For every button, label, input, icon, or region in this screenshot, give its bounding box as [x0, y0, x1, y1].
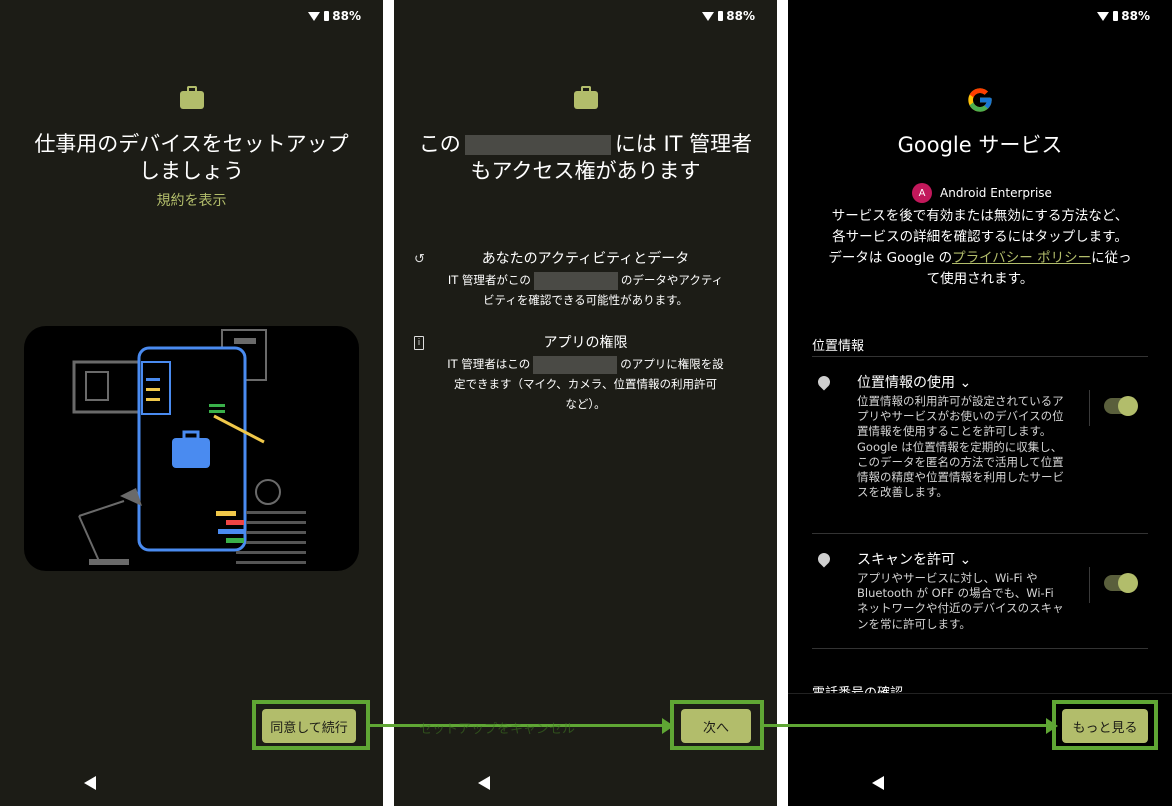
account-name: Android Enterprise	[940, 186, 1052, 200]
highlight-agree-button	[252, 700, 370, 750]
title-line-2: しましょう	[139, 159, 244, 183]
permission-location-use[interactable]: 位置情報の使用 ⌄ 位置情報の利用許可が設定されているアプリやサービスがお使いの…	[812, 372, 1148, 522]
divider	[788, 693, 1172, 694]
battery-icon	[1113, 11, 1119, 21]
battery-icon	[324, 11, 330, 21]
status-bar: 88%	[308, 9, 361, 23]
permission-title[interactable]: スキャンを許可 ⌄	[857, 549, 971, 569]
privacy-policy-link[interactable]: プライバシー ポリシー	[952, 250, 1091, 266]
nav-back-icon[interactable]	[872, 776, 884, 790]
nav-back-icon[interactable]	[84, 776, 96, 790]
divider	[812, 533, 1148, 534]
wifi-icon	[702, 11, 715, 21]
section-phone-verify: 電話番号の確認	[812, 682, 903, 693]
avatar: A	[912, 183, 932, 203]
chevron-down-icon[interactable]: ⌄	[959, 552, 971, 568]
info-app-permissions: i アプリの権限 IT 管理者はこの のアプリに権限を設 定できます（マイク、カメ…	[414, 332, 757, 414]
page-title: Google サービス	[897, 133, 1063, 157]
battery-icon	[718, 11, 724, 21]
highlight-more-button	[1052, 700, 1158, 750]
highlight-next-button	[670, 700, 764, 750]
cancel-setup-link[interactable]: セットアップをキャンセル	[419, 718, 575, 737]
location-pin-icon	[815, 550, 833, 568]
services-description: サービスを後で有効または無効にする方法など、 各サービスの詳細を確認するにはタッ…	[828, 208, 1132, 287]
permission-description: 位置情報の利用許可が設定されているアプリやサービスがお使いのデバイスの位置情報を…	[857, 394, 1064, 500]
divider	[1089, 567, 1090, 603]
title-line-1: 仕事用のデバイスをセットアップ	[34, 132, 349, 156]
divider	[812, 356, 1148, 357]
permission-title[interactable]: 位置情報の使用 ⌄	[857, 372, 971, 392]
title-line-2: もアクセス権があります	[470, 159, 701, 183]
briefcase-icon	[180, 86, 204, 109]
permission-scan[interactable]: スキャンを許可 ⌄ アプリやサービスに対し、Wi-Fi や Bluetooth …	[812, 549, 1148, 644]
screen-it-admin-access: 88% この には IT 管理者 もアクセス権があります ↺ あなたのアクティビテ…	[394, 0, 777, 806]
location-use-toggle[interactable]	[1104, 396, 1138, 416]
battery-level: 88%	[332, 9, 361, 23]
terms-link[interactable]: 規約を表示	[0, 188, 383, 215]
info-body: IT 管理者はこの のアプリに権限を設 定できます（マイク、カメラ、位置情報の利用…	[447, 355, 724, 411]
status-bar: 88%	[1097, 9, 1150, 23]
google-logo-icon	[968, 88, 992, 112]
location-pin-icon	[815, 373, 833, 391]
redacted-device-name	[533, 271, 618, 290]
screen-google-services: 88% Google サービス A Android Enterprise サービ…	[788, 0, 1172, 806]
page-title: この には IT 管理者 もアクセス権があります	[394, 131, 777, 185]
screen-setup-work-device: 88% 仕事用のデバイスをセットアップ しましょう 規約を表示 同意して続行	[0, 0, 383, 806]
briefcase-icon	[574, 86, 598, 109]
info-heading: アプリの権限	[543, 335, 628, 351]
redacted-device-name	[464, 135, 611, 155]
scan-toggle[interactable]	[1104, 573, 1138, 593]
permission-description: アプリやサービスに対し、Wi-Fi や Bluetooth が OFF の場合で…	[857, 571, 1064, 631]
page-title: 仕事用のデバイスをセットアップ しましょう	[0, 131, 383, 185]
wifi-icon	[308, 11, 321, 21]
app-info-icon: i	[414, 336, 424, 350]
info-body: IT 管理者がこの のデータやアクティ ビティを確認できる可能性があります。	[447, 271, 724, 307]
battery-level: 88%	[1121, 9, 1150, 23]
chevron-down-icon[interactable]: ⌄	[959, 375, 971, 391]
title-line-1: この には IT 管理者	[418, 132, 753, 156]
info-heading: あなたのアクティビティとデータ	[481, 251, 690, 267]
divider	[1089, 390, 1090, 426]
redacted-device-name	[533, 355, 618, 374]
info-activity-data: ↺ あなたのアクティビティとデータ IT 管理者がこの のデータやアクティ ビティ…	[414, 248, 757, 310]
flow-arrow-line	[764, 724, 1052, 727]
nav-back-icon[interactable]	[478, 776, 490, 790]
work-profile-illustration	[24, 326, 359, 571]
battery-level: 88%	[726, 9, 755, 23]
status-bar: 88%	[702, 9, 755, 23]
section-location: 位置情報	[812, 339, 865, 354]
wifi-icon	[1097, 11, 1110, 21]
history-icon: ↺	[414, 252, 425, 267]
divider	[812, 648, 1148, 649]
account-chip: A Android Enterprise	[912, 183, 1052, 203]
